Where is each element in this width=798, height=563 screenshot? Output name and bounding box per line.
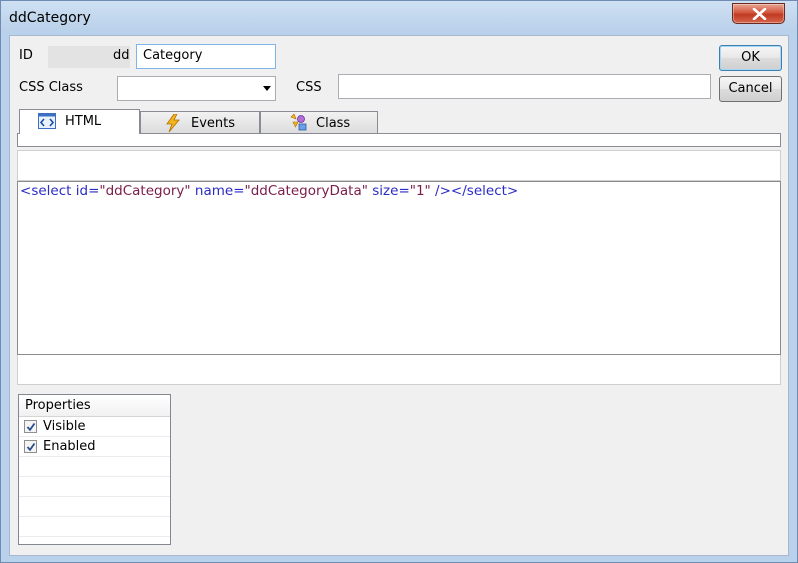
title-bar[interactable]: ddCategory [1, 1, 797, 35]
code-token-val: "ddCategoryData" [244, 183, 368, 199]
id-prefix: dd [113, 48, 130, 63]
property-row-empty [19, 497, 170, 517]
code-token-punct: > [506, 183, 519, 199]
tab-panel-header [17, 133, 781, 147]
code-token-punct: < [20, 183, 32, 199]
code-token-val: "1" [409, 183, 431, 199]
css-input[interactable] [338, 74, 711, 99]
id-label: ID [19, 48, 33, 63]
code-token-val: "ddCategory" [99, 183, 191, 199]
enabled-label: Enabled [43, 439, 96, 454]
properties-header: Properties [19, 395, 170, 417]
editor-footer [17, 355, 781, 385]
tab-class-label: Class [316, 116, 351, 131]
tab-html-label: HTML [65, 114, 102, 129]
code-token-punct: /> [430, 183, 451, 199]
dialog-window: ddCategory ID dd Category CSS Class CSS … [0, 0, 798, 563]
property-row-visible[interactable]: Visible [19, 417, 170, 437]
enabled-checkbox[interactable] [24, 440, 37, 453]
property-row-empty [19, 477, 170, 497]
css-class-label: CSS Class [19, 80, 83, 95]
code-token-punct: = [88, 183, 100, 199]
tab-html[interactable]: HTML [19, 109, 140, 134]
css-label: CSS [296, 80, 322, 95]
close-icon [752, 8, 767, 20]
css-class-dropdown[interactable] [117, 76, 276, 101]
checkmark-icon [26, 442, 36, 452]
property-row-empty [19, 457, 170, 477]
code-token-punct: = [398, 183, 410, 199]
code-token-attr: name [190, 183, 234, 199]
code-token-tag: select [31, 183, 72, 199]
tab-class[interactable]: Class [260, 111, 378, 134]
html-code-editor[interactable]: <select id="ddCategory" name="ddCategory… [17, 181, 781, 355]
code-token-attr: size [367, 183, 399, 199]
editor-ruler [17, 150, 781, 181]
visible-checkbox[interactable] [24, 420, 37, 433]
cancel-button[interactable]: Cancel [719, 76, 782, 102]
visible-label: Visible [43, 419, 86, 434]
id-input[interactable]: Category [136, 44, 276, 69]
dialog-body: ID dd Category CSS Class CSS OK Cancel H… [9, 35, 789, 556]
checkmark-icon [26, 422, 36, 432]
code-token-attr: id [71, 183, 89, 199]
html-icon [38, 113, 56, 133]
tab-events[interactable]: Events [140, 111, 260, 134]
code-token-tag: select [466, 183, 507, 199]
code-token-punct: = [233, 183, 245, 199]
window-title: ddCategory [9, 10, 91, 26]
property-row-empty [19, 517, 170, 537]
ok-button[interactable]: OK [719, 45, 782, 71]
close-button[interactable] [732, 3, 785, 24]
tab-events-label: Events [191, 116, 236, 131]
property-row-enabled[interactable]: Enabled [19, 437, 170, 457]
properties-list: Properties Visible Enabled [18, 394, 171, 545]
chevron-down-icon [263, 86, 271, 91]
code-token-punct: </ [450, 183, 467, 199]
